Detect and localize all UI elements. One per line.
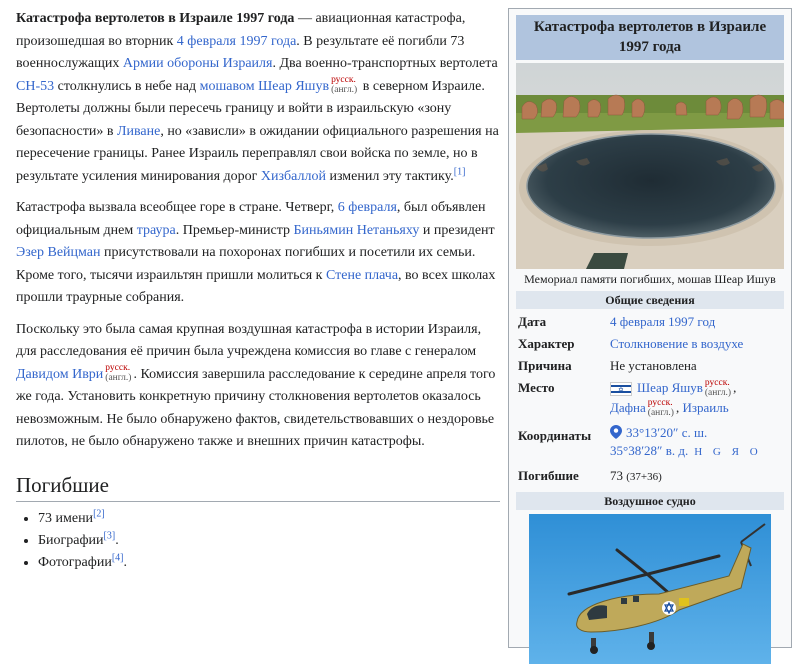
interwiki-eng-link[interactable]: (англ.) [331,85,357,95]
interwiki-eng-link[interactable]: (англ.) [648,408,674,418]
reference-link[interactable]: [4] [112,552,124,563]
type-label: Характер [518,336,575,351]
link-western-wall[interactable]: Стене плача [326,268,398,283]
israel-flag-icon: ✡ [610,382,632,397]
link-moshav[interactable]: мошавом Шеар Яшув [200,79,329,94]
row-type: Характер Столкновение в воздухе [516,335,784,352]
link-ch53[interactable]: CH-53 [16,79,54,94]
cause-label: Причина [518,358,572,373]
memorial-image [516,63,784,269]
text: столкнулись в небе над [54,78,200,94]
interwiki-rus-link[interactable]: русск. [705,378,731,388]
text: . Премьер-министр [175,222,294,238]
text: Поскольку это была самая крупная воздушн… [16,321,482,360]
map-pin-icon[interactable] [610,425,622,440]
text: и президент [419,222,495,238]
list-item: 73 имени[2] [38,508,500,530]
interwiki-eng-link[interactable]: (англ.) [105,373,131,383]
list-item: Фотографии[4]. [38,552,500,574]
place-link-israel[interactable]: Израиль [682,400,728,415]
link-ivri[interactable]: Давидом Иври [16,367,103,382]
link-lebanon[interactable]: Ливане [117,124,160,139]
interwiki-eng-link[interactable]: (англ.) [705,388,731,398]
paragraph-intro: Катастрофа вертолетов в Израиле 1997 год… [16,8,500,188]
date-link[interactable]: 4 февраля 1997 год [610,314,715,329]
section-general: Общие сведения [516,291,784,309]
section-heading: Погибшие [16,472,500,502]
text: . [115,532,119,548]
reference-link[interactable]: [3] [104,530,116,541]
helicopter-photo[interactable] [529,514,771,664]
row-cause: Причина Не установлена [516,357,784,374]
list-item-text: Фотографии [38,554,112,570]
interwiki-rus-link[interactable]: русск. [105,363,131,373]
link-army[interactable]: Армии обороны Израиля [123,56,273,71]
row-casualties: Погибшие 73 (37+36) [516,467,784,486]
text: Катастрофа вызвала всеобщее горе в стран… [16,200,338,215]
memorial-photo[interactable] [516,63,784,269]
link-mourning[interactable]: траура [137,223,176,238]
link-hezbollah[interactable]: Хизбаллой [261,169,326,184]
row-date: Дата 4 февраля 1997 год [516,313,784,330]
place-link-shear-yashuv[interactable]: Шеар Яшув [637,380,703,395]
paragraph-investigation: Поскольку это была самая крупная воздушн… [16,319,500,454]
helicopter-image [529,514,771,664]
coordinates-label: Координаты [518,428,592,444]
interwiki-rus-link[interactable]: русск. [648,398,674,408]
photo-caption: Мемориал памяти погибших, мошав Шеар Ишу… [524,272,776,286]
row-coordinates: Координаты 33°13′20″ с. ш. 35°38′28″ в. … [516,424,784,461]
interwiki-links: русск. (англ.) [105,363,131,383]
casualties-detail: (37+36) [626,471,662,484]
list-item-text: 73 имени [38,510,94,526]
reference-link[interactable]: [1] [454,166,466,177]
list-item: Биографии[3]. [38,530,500,552]
victims-list: 73 имени[2] Биографии[3]. Фотографии[4]. [16,508,500,574]
casualties-value: 73 [610,468,623,484]
place-label: Место [518,380,555,395]
reference-link[interactable]: [2] [93,508,105,519]
interwiki-links: русск. (англ.) [705,378,731,398]
link-netanyahu[interactable]: Биньямин Нетаньяху [294,223,420,238]
place-link-dafna[interactable]: Дафна [610,400,646,415]
text: . Два военно-транспортных вертолета [272,56,498,71]
row-place: Место ✡ Шеар Яшув русск. (англ.), Дафна русс… [518,378,737,419]
link-feb6[interactable]: 6 февраля [338,200,397,215]
link-weizman[interactable]: Эзер Вейцман [16,245,101,260]
text: . [123,554,128,570]
interwiki-links: русск. (англ.) [331,75,357,95]
article-title-bold: Катастрофа вертолетов в Израиле 1997 год… [16,11,295,26]
interwiki-links: русск. (англ.) [648,398,674,418]
date-label: Дата [518,314,547,329]
link-date[interactable]: 4 февраля 1997 года [177,34,297,49]
geo-links[interactable]: H G Я O [694,446,761,458]
casualties-label: Погибшие [518,468,579,484]
interwiki-rus-link[interactable]: русск. [331,75,357,85]
infobox-title: Катастрофа вертолетов в Израиле 1997 год… [516,15,784,60]
list-item-text: Биографии [38,532,104,548]
article-body: Катастрофа вертолетов в Израиле 1997 год… [16,8,500,574]
coordinates-lon-link[interactable]: 35°38′28″ в. д. [610,443,688,458]
text: изменил эту тактику. [325,168,454,184]
infobox: Катастрофа вертолетов в Израиле 1997 год… [508,8,792,664]
cause-value: Не установлена [610,358,697,373]
type-link[interactable]: Столкновение в воздухе [610,336,743,351]
paragraph-mourning: Катастрофа вызвала всеобщее горе в стран… [16,197,500,310]
coordinates-lat-link[interactable]: 33°13′20″ с. ш. [626,425,707,440]
section-aircraft: Воздушное судно [516,492,784,511]
